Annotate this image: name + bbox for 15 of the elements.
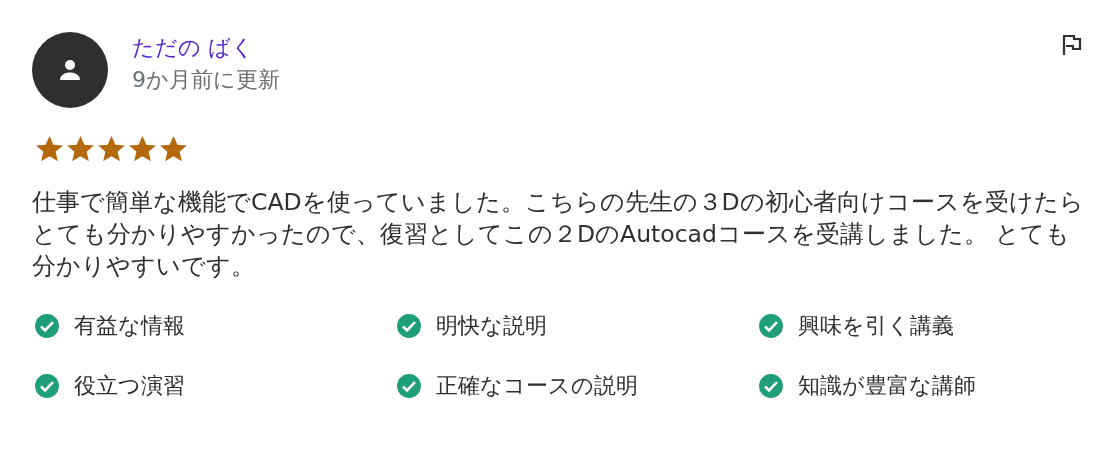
- star-icon: [34, 134, 65, 164]
- tag-label: 明快な説明: [436, 312, 547, 340]
- star-icon: [127, 134, 158, 164]
- flag-icon[interactable]: [1062, 34, 1082, 56]
- star-icon: [158, 134, 189, 164]
- star-icon: [65, 134, 96, 164]
- tag-label: 有益な情報: [74, 312, 185, 340]
- tag-label: 正確なコースの説明: [436, 372, 638, 400]
- review-time: 9か月前に更新: [132, 66, 281, 94]
- review-text: 仕事で簡単な機能でCADを使っていました。こちらの先生の３Dの初心者向けコースを受けたらとても分かりやすかったので、復習としてこの２DのAutocadコースを受講しました。 とても分かりやすいです。: [32, 187, 1084, 282]
- tag-label: 知識が豊富な講師: [798, 372, 976, 400]
- star-icon: [96, 134, 127, 164]
- tag-label: 興味を引く講義: [798, 312, 954, 340]
- tag-label: 役立つ演習: [74, 372, 185, 400]
- author-name: ただの ばく: [132, 34, 255, 62]
